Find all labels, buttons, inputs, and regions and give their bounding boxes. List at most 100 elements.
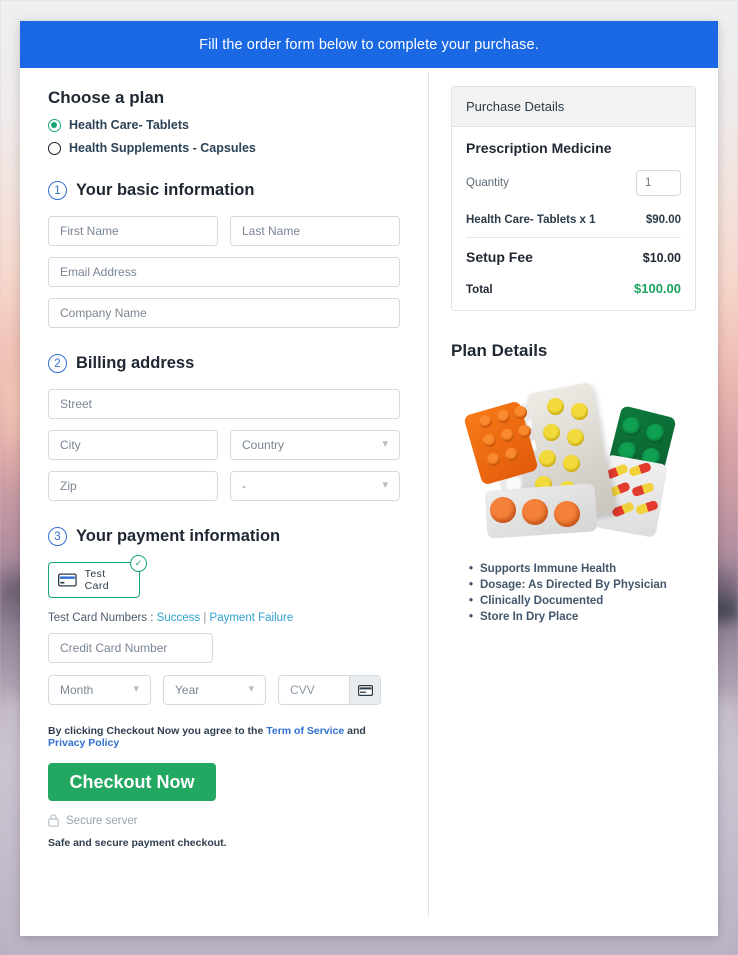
chevron-down-icon: ▾ <box>248 682 254 695</box>
secure-server-note: Secure server <box>48 814 402 827</box>
country-select-value: Country <box>242 438 285 452</box>
plan-option-label: Health Care- Tablets <box>69 118 189 132</box>
chevron-down-icon: ▾ <box>382 478 388 491</box>
tablet-orange <box>487 453 500 466</box>
terms-prefix: By clicking Checkout Now you agree to th… <box>48 725 267 737</box>
state-select[interactable]: - ▾ <box>230 471 400 501</box>
tablet-green <box>622 417 641 436</box>
card-number-row: Credit Card Number <box>48 633 402 663</box>
company-row: Company Name <box>48 298 402 328</box>
plan-option-label: Health Supplements - Capsules <box>69 141 256 155</box>
credit-card-number-input[interactable]: Credit Card Number <box>48 633 213 663</box>
expiry-month-value: Month <box>60 683 94 697</box>
radio-unselected-icon[interactable] <box>48 141 61 155</box>
city-input[interactable]: City <box>48 430 218 460</box>
safe-checkout-note: Safe and secure payment checkout. <box>48 837 227 849</box>
step-number-badge: 1 <box>48 181 67 200</box>
first-name-input[interactable]: First Name <box>48 216 218 246</box>
step-1-header: 1 Your basic information <box>48 181 402 200</box>
purchase-details-panel: Purchase Details Prescription Medicine Q… <box>451 86 696 311</box>
radio-selected-icon[interactable] <box>48 118 61 132</box>
email-input[interactable]: Email Address <box>48 257 400 287</box>
step-2-header: 2 Billing address <box>48 354 402 373</box>
total-label: Total <box>466 284 493 296</box>
lock-icon <box>48 814 59 827</box>
step-number-badge: 3 <box>48 527 67 546</box>
step-title: Your basic information <box>76 181 255 199</box>
plan-option-capsules[interactable]: Health Supplements - Capsules <box>48 141 402 155</box>
expiry-month-select[interactable]: Month ▾ <box>48 675 151 705</box>
quantity-label: Quantity <box>466 177 509 189</box>
terms-middle: and <box>344 725 366 737</box>
pill-packs-image <box>463 379 681 539</box>
company-name-input[interactable]: Company Name <box>48 298 400 328</box>
street-input[interactable]: Street <box>48 389 400 419</box>
chevron-down-icon: ▾ <box>133 682 139 695</box>
setup-fee-price: $10.00 <box>642 251 681 265</box>
expiry-year-value: Year <box>175 683 200 697</box>
total-row: Total $100.00 <box>466 276 681 296</box>
cvv-input[interactable]: CVV <box>279 676 349 704</box>
privacy-policy-link[interactable]: Privacy Policy <box>48 737 119 749</box>
test-card-numbers-line: Test Card Numbers : Success | Payment Fa… <box>48 612 402 624</box>
summary-column: Purchase Details Prescription Medicine Q… <box>429 68 718 936</box>
selected-check-icon: ✓ <box>130 555 147 572</box>
checkout-now-button[interactable]: Checkout Now <box>48 763 216 801</box>
cvv-field-group: CVV <box>278 675 381 705</box>
line-item-price: $90.00 <box>645 214 681 226</box>
list-item: Supports Immune Health <box>469 563 696 575</box>
terms-agreement-text: By clicking Checkout Now you agree to th… <box>48 725 402 749</box>
tablet-orange <box>514 406 527 419</box>
quantity-input[interactable]: 1 <box>636 170 681 196</box>
tablet-orange <box>479 415 492 428</box>
last-name-input[interactable]: Last Name <box>230 216 400 246</box>
total-price: $100.00 <box>634 281 681 296</box>
tablet-orange <box>501 429 514 442</box>
name-row: First Name Last Name <box>48 216 402 246</box>
list-item: Dosage: As Directed By Physician <box>469 579 696 591</box>
zip-input[interactable]: Zip <box>48 471 218 501</box>
tablet-green <box>646 424 665 443</box>
setup-fee-row: Setup Fee $10.00 <box>466 238 681 276</box>
email-row: Email Address <box>48 257 402 287</box>
purchase-details-body: Prescription Medicine Quantity 1 Health … <box>452 127 695 310</box>
step-title: Your payment information <box>76 527 281 545</box>
test-card-prefix: Test Card Numbers : <box>48 612 154 624</box>
quantity-row: Quantity 1 <box>466 170 681 196</box>
plan-features-list: Supports Immune Health Dosage: As Direct… <box>469 563 696 623</box>
test-card-success-link[interactable]: Success <box>157 612 200 624</box>
tablet-yellow <box>571 403 588 420</box>
step-title: Billing address <box>76 354 195 372</box>
line-item-row: Health Care- Tablets x 1 $90.00 <box>466 208 681 237</box>
tablet-orange-round <box>554 501 580 527</box>
tablet-orange-round <box>522 499 548 525</box>
tablet-orange <box>518 425 531 438</box>
choose-plan-title: Choose a plan <box>48 88 165 107</box>
zip-state-row: Zip - ▾ <box>48 471 402 501</box>
tablet-yellow <box>563 455 580 472</box>
payment-method-label: Test Card <box>84 568 110 592</box>
card-body: Choose a plan Health Care- Tablets Healt… <box>20 68 718 936</box>
credit-card-icon <box>357 684 373 696</box>
list-item: Store In Dry Place <box>469 611 696 623</box>
payment-method-test-card[interactable]: Test Card ✓ <box>48 555 147 598</box>
city-country-row: City Country ▾ <box>48 430 402 460</box>
test-card-failure-link[interactable]: Payment Failure <box>210 612 294 624</box>
tablet-orange-round <box>490 497 516 523</box>
tablet-yellow <box>567 429 584 446</box>
chevron-down-icon: ▾ <box>382 437 388 450</box>
term-of-service-link[interactable]: Term of Service <box>266 725 344 737</box>
page-banner: Fill the order form below to complete yo… <box>20 21 718 68</box>
card-expiry-cvv-row: Month ▾ Year ▾ CVV <box>48 675 402 705</box>
country-select[interactable]: Country ▾ <box>230 430 400 460</box>
product-title: Prescription Medicine <box>466 140 612 156</box>
purchase-details-header: Purchase Details <box>452 87 695 127</box>
tablet-orange <box>497 410 510 423</box>
step-3-header: 3 Your payment information <box>48 527 402 546</box>
secure-server-label: Secure server <box>66 814 138 827</box>
expiry-year-select[interactable]: Year ▾ <box>163 675 266 705</box>
line-item-label: Health Care- Tablets x 1 <box>466 214 596 226</box>
plan-option-tablets[interactable]: Health Care- Tablets <box>48 118 402 132</box>
tablet-orange <box>483 434 496 447</box>
cvv-help-button[interactable] <box>349 676 380 704</box>
